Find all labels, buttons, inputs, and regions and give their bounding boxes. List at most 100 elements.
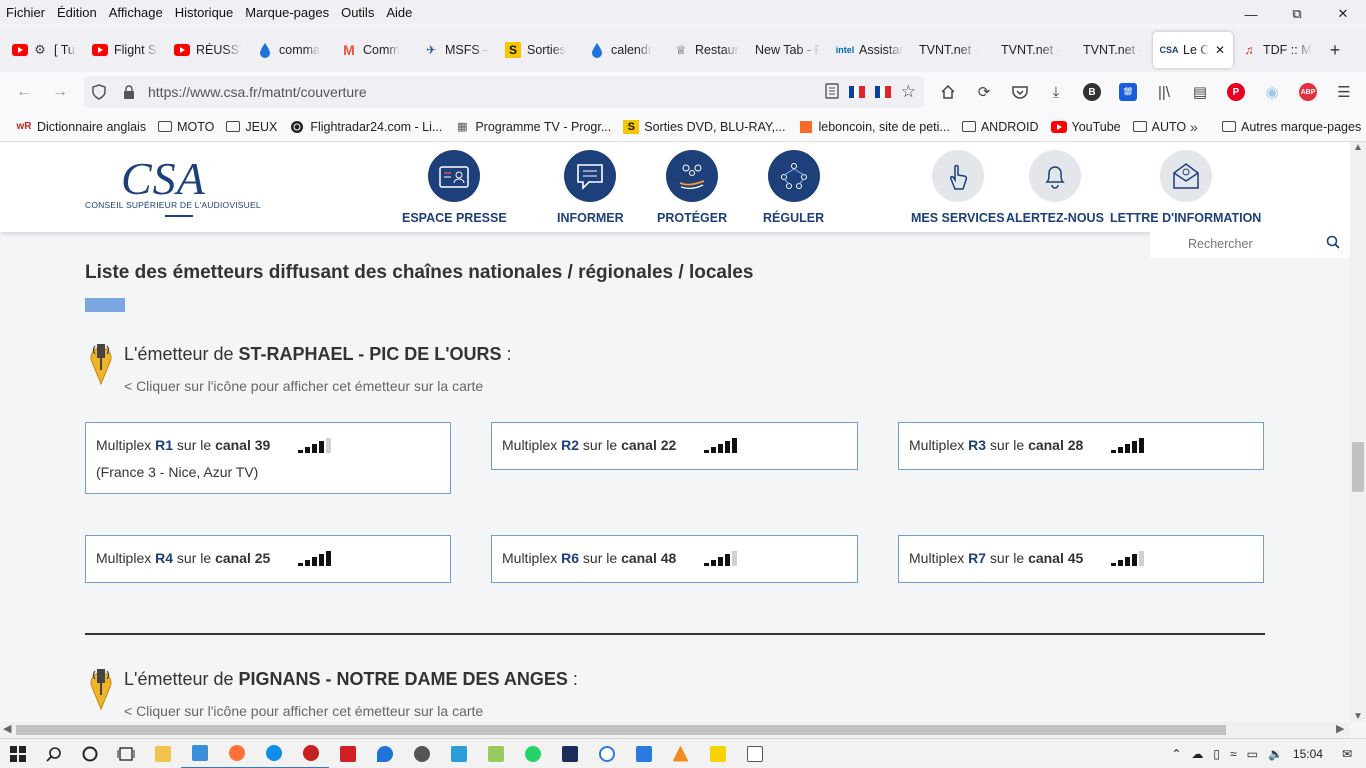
media-player-icon[interactable] <box>699 739 736 768</box>
menu-marque-pages[interactable]: Marque-pages <box>239 5 335 20</box>
tab-12[interactable]: TVNT.net - <box>993 32 1075 68</box>
new-tab-button[interactable]: + <box>1321 36 1349 64</box>
bookmark-item[interactable]: YouTube <box>1050 120 1121 134</box>
nav-espace-presse[interactable]: ESPACE PRESSE <box>402 150 507 225</box>
windows-start-icon[interactable] <box>0 739 36 768</box>
tab-14-active[interactable]: CSA Le C ✕ <box>1153 32 1233 68</box>
bookmark-folder[interactable]: MOTO <box>158 120 214 134</box>
adblock-plus-icon[interactable]: ABP <box>1290 76 1326 108</box>
other-bookmarks[interactable]: Autres marque-pages <box>1222 120 1361 134</box>
document-app-icon[interactable] <box>736 739 773 768</box>
csa-logo[interactable]: CSA CONSEIL SUPÉRIEUR DE L'AUDIOVISUEL <box>85 152 261 220</box>
nav-alertez-nous[interactable]: ALERTEZ-NOUS <box>1006 150 1104 225</box>
lock-icon[interactable] <box>114 84 144 100</box>
drop-app-icon[interactable] <box>366 739 403 768</box>
restore-icon[interactable]: ⧉ <box>1274 0 1320 28</box>
scroll-right-icon[interactable]: ▶ <box>1336 722 1344 735</box>
wifi-icon[interactable]: ≈ <box>1230 747 1237 761</box>
firefox-icon[interactable] <box>218 739 255 768</box>
scroll-thumb[interactable] <box>16 725 1226 735</box>
app-window-icon[interactable] <box>181 739 218 768</box>
menu-affichage[interactable]: Affichage <box>103 5 169 20</box>
search-input[interactable] <box>1188 234 1338 254</box>
chevron-up-icon[interactable]: ⌃ <box>1171 747 1181 761</box>
tab-6[interactable]: S Sorties <box>497 32 581 68</box>
vertical-scrollbar[interactable]: ▲ ▼ <box>1350 142 1366 722</box>
tab-9[interactable]: New Tab - F <box>747 32 829 68</box>
bookmark-item[interactable]: ▦ Programme TV - Progr... <box>454 120 611 134</box>
address-bar[interactable]: https://www.csa.fr/matnt/couverture ☆ <box>84 76 924 108</box>
url-text[interactable]: https://www.csa.fr/matnt/couverture <box>148 84 825 100</box>
battery-icon[interactable]: ▯ <box>1213 747 1220 761</box>
tab-8[interactable]: ♕ Restaur <box>665 32 747 68</box>
horizontal-scrollbar[interactable]: ◀ ▶ <box>0 722 1350 738</box>
scroll-up-icon[interactable]: ▲ <box>1350 142 1366 153</box>
pocket-icon[interactable] <box>1002 76 1038 108</box>
scroll-thumb[interactable] <box>1352 442 1364 492</box>
french-flag-icon[interactable] <box>848 86 865 98</box>
notifications-icon[interactable]: ✉ <box>1342 747 1352 761</box>
back-arrow-icon[interactable]: ← <box>6 76 42 108</box>
bitwarden-icon[interactable]: ⛆ <box>1110 76 1146 108</box>
download-icon[interactable]: ⤓ <box>1038 76 1074 108</box>
bookmark-folder[interactable]: ANDROID <box>961 120 1039 134</box>
menu-historique[interactable]: Historique <box>169 5 240 20</box>
ring-app-icon[interactable] <box>588 739 625 768</box>
menu-outils[interactable]: Outils <box>335 5 380 20</box>
nav-mes-services[interactable]: MES SERVICES <box>911 150 1005 225</box>
menu-fichier[interactable]: Fichier <box>0 5 51 20</box>
transmitter-pin-icon[interactable] <box>85 665 117 711</box>
bookmark-folder[interactable]: JEUX <box>226 120 277 134</box>
bookmark-item[interactable]: wR Dictionnaire anglais <box>16 120 147 134</box>
scroll-left-icon[interactable]: ◀ <box>3 722 11 735</box>
task-view-icon[interactable] <box>108 739 144 768</box>
close-icon[interactable]: ✕ <box>1320 0 1366 28</box>
forward-arrow-icon[interactable]: → <box>42 76 78 108</box>
whatsapp-icon[interactable] <box>514 739 551 768</box>
teamviewer-icon[interactable] <box>255 739 292 768</box>
clock[interactable]: 15:04 <box>1293 747 1323 761</box>
french-flag-icon[interactable] <box>874 86 891 98</box>
tab-0[interactable]: ⚙ [ Tu <box>4 32 84 68</box>
nav-proteger[interactable]: PROTÉGER <box>657 150 727 225</box>
tab-10[interactable]: intel Assistar <box>829 32 911 68</box>
tab-11[interactable]: TVNT.net - <box>911 32 993 68</box>
tab-7[interactable]: calendr <box>581 32 665 68</box>
menu-edition[interactable]: Édition <box>51 5 103 20</box>
search-icon[interactable] <box>36 739 72 768</box>
home-icon[interactable] <box>930 76 966 108</box>
minimize-icon[interactable]: — <box>1228 0 1274 28</box>
n-app-icon[interactable] <box>329 739 366 768</box>
file-explorer-icon[interactable] <box>144 739 181 768</box>
hamburger-menu-icon[interactable]: ☰ <box>1326 76 1362 108</box>
nav-informer[interactable]: INFORMER <box>557 150 624 225</box>
splat-app-icon[interactable] <box>292 739 329 768</box>
double-chevron-right-icon[interactable]: » <box>1190 119 1198 135</box>
onedrive-icon[interactable]: ☁ <box>1191 747 1203 761</box>
photos-app-icon[interactable] <box>625 739 662 768</box>
reload-icon[interactable]: ⟳ <box>966 76 1002 108</box>
cat-app-icon[interactable] <box>403 739 440 768</box>
tab-2[interactable]: RÉUSSIR <box>166 32 249 68</box>
menu-aide[interactable]: Aide <box>380 5 418 20</box>
notepad-app-icon[interactable] <box>477 739 514 768</box>
shield-icon[interactable] <box>84 84 114 100</box>
tab-4[interactable]: M Comm <box>333 32 415 68</box>
search-icon[interactable] <box>1326 235 1340 252</box>
bookmark-item[interactable]: Flightradar24.com - Li... <box>289 120 442 134</box>
volume-icon[interactable]: 🔉 <box>1268 747 1283 761</box>
container-icon[interactable]: ▤ <box>1182 76 1218 108</box>
tab-3[interactable]: comma <box>249 32 333 68</box>
drop-extension-icon[interactable]: ◉ <box>1254 76 1290 108</box>
vlc-icon[interactable] <box>662 739 699 768</box>
monitor-icon[interactable]: ▭ <box>1247 747 1258 761</box>
transmitter-pin-icon[interactable] <box>85 340 117 386</box>
nav-lettre-information[interactable]: LETTRE D'INFORMATION <box>1110 150 1261 225</box>
nav-reguler[interactable]: RÉGULER <box>763 150 824 225</box>
scroll-down-icon[interactable]: ▼ <box>1350 711 1366 722</box>
bookmark-item[interactable]: leboncoin, site de peti... <box>798 120 950 134</box>
close-tab-icon[interactable]: ✕ <box>1215 43 1225 57</box>
pinterest-icon[interactable]: P <box>1218 76 1254 108</box>
terminal-app-icon[interactable] <box>551 739 588 768</box>
tab-5[interactable]: ✈ MSFS – <box>415 32 497 68</box>
